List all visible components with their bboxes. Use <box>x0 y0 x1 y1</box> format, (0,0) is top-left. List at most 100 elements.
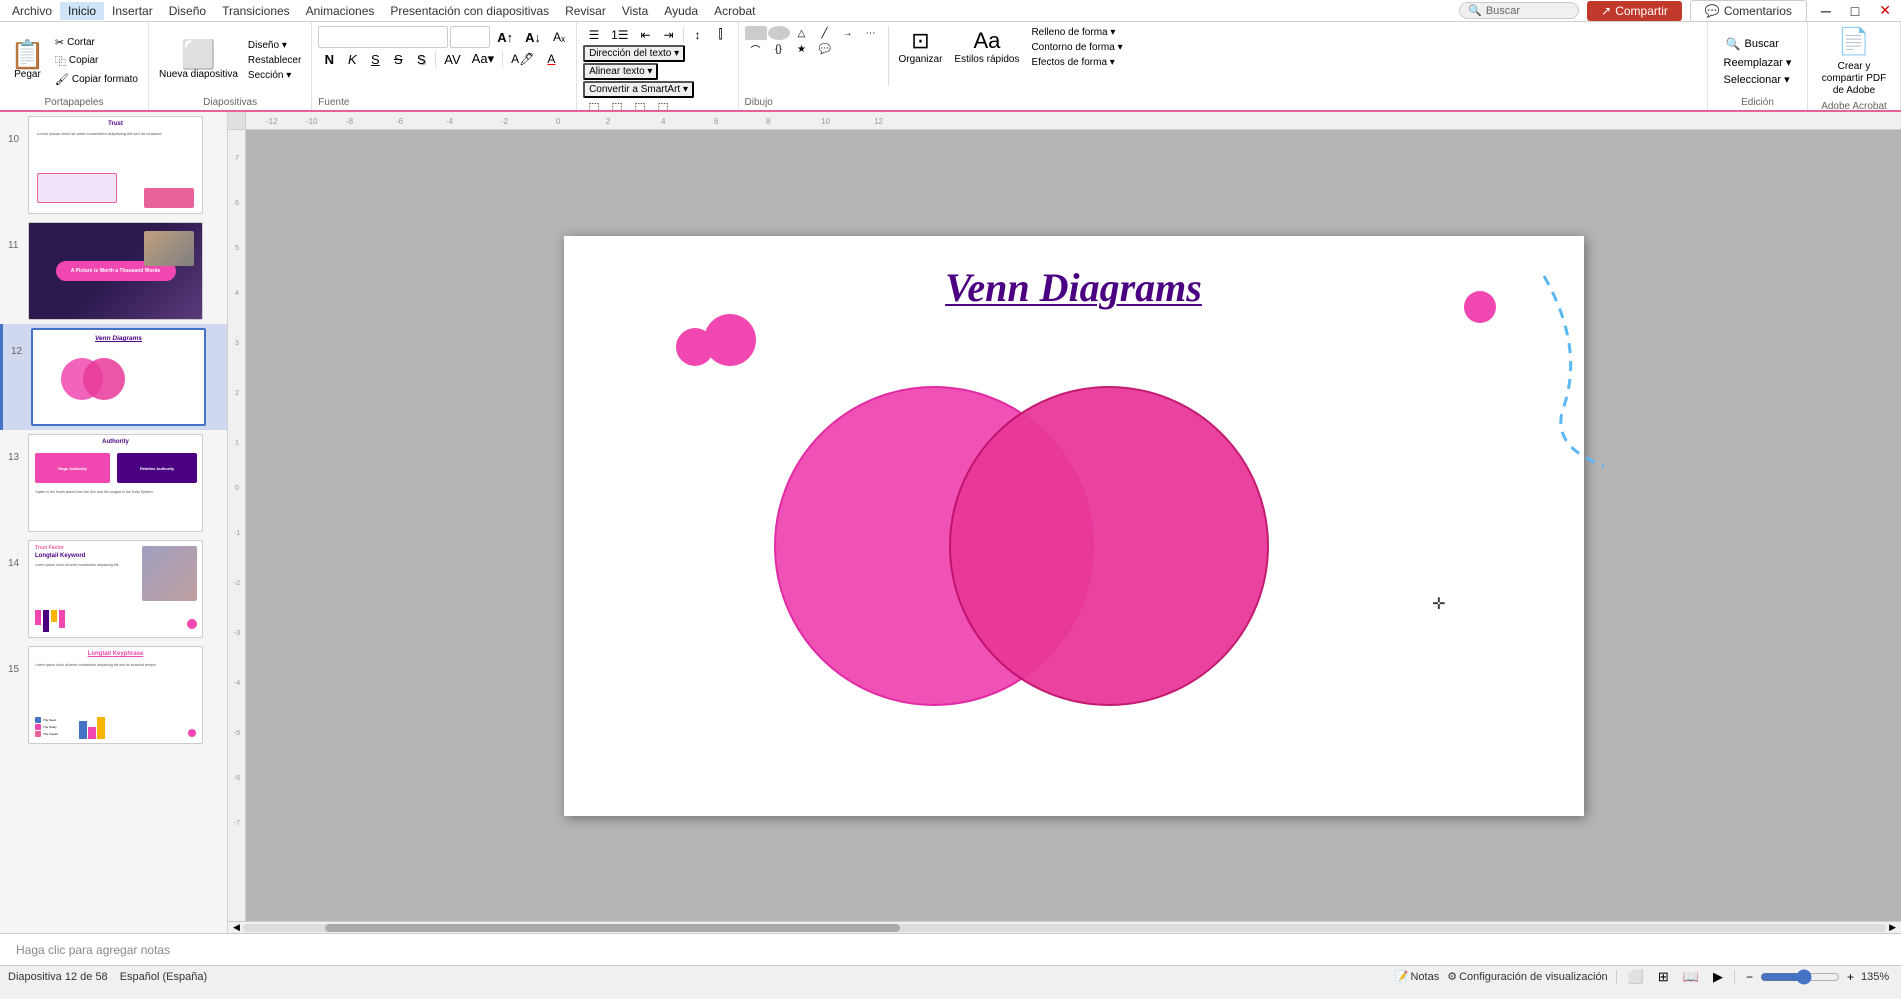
shape-curve[interactable]: ⌒ <box>745 41 767 58</box>
char-spacing-button[interactable]: AV <box>439 51 465 68</box>
slide-number-13: 13 <box>8 452 24 463</box>
slide-sorter-button[interactable]: ⊞ <box>1655 969 1672 985</box>
align-right-button[interactable]: ⬚ <box>629 99 651 112</box>
paste-button[interactable]: 📋 Pegar <box>6 39 49 82</box>
h-scrollbar[interactable]: ◀ ▶ <box>228 921 1901 933</box>
font-color-button[interactable]: A <box>540 51 562 67</box>
svg-text:-10: -10 <box>306 117 318 126</box>
copy-button[interactable]: ⿻ Copiar <box>51 52 142 70</box>
convert-smartart-button[interactable]: Convertir a SmartArt ▾ <box>583 81 694 98</box>
slide-thumbnail-14[interactable]: 14 Trust Factor Longtail Keyword Lorem i… <box>0 536 227 642</box>
minimize-button[interactable]: ─ <box>1815 3 1837 19</box>
font-clear-button[interactable]: Aₓ <box>548 29 570 45</box>
align-center-button[interactable]: ⬚ <box>606 99 628 112</box>
menu-vista[interactable]: Vista <box>614 2 656 20</box>
slide-title[interactable]: Venn Diagrams <box>945 264 1202 311</box>
menu-ayuda[interactable]: Ayuda <box>656 2 706 20</box>
notes-area[interactable]: Haga clic para agregar notas <box>0 933 1901 965</box>
svg-text:1: 1 <box>235 440 239 447</box>
font-grow-button[interactable]: A↑ <box>492 29 518 46</box>
quick-styles-button[interactable]: Aa Estilos rápidos <box>950 26 1023 67</box>
shape-more[interactable]: ⋯ <box>860 26 882 40</box>
menu-transiciones[interactable]: Transiciones <box>214 2 298 20</box>
shadow-button[interactable]: S <box>410 51 432 68</box>
content-area: -12 -10 -8 -6 -4 -2 0 2 4 6 8 10 12 <box>228 112 1901 933</box>
underline-button[interactable]: S <box>364 51 386 68</box>
shape-rect[interactable] <box>745 26 767 40</box>
venn-circle-right[interactable] <box>949 386 1269 706</box>
create-pdf-button[interactable]: Crear y compartir PDF de Adobe <box>1814 59 1894 99</box>
select-button[interactable]: Seleccionar ▾ <box>1720 72 1796 87</box>
menu-inicio[interactable]: Inicio <box>60 2 104 20</box>
share-button[interactable]: ↗ Compartir <box>1587 1 1682 21</box>
menu-revisar[interactable]: Revisar <box>557 2 614 20</box>
scrollbar-thumb[interactable] <box>325 924 900 932</box>
new-slide-button[interactable]: ⬜ Nueva diapositiva <box>155 39 242 82</box>
fill-button[interactable]: Relleno de forma ▾ <box>1027 26 1126 39</box>
zoom-in-button[interactable]: + <box>1844 970 1857 984</box>
format-painter-button[interactable]: 🖌 Copiar formato <box>51 72 142 87</box>
menu-presentacion[interactable]: Presentación con diapositivas <box>382 2 557 20</box>
italic-button[interactable]: K <box>341 51 363 68</box>
align-left-button[interactable]: ⬚ <box>583 99 605 112</box>
slide-thumbnail-13[interactable]: 13 Authority Huge Authority Relative Aut… <box>0 430 227 536</box>
shape-star[interactable]: ★ <box>791 41 813 58</box>
zoom-slider[interactable] <box>1760 969 1840 985</box>
menu-diseno[interactable]: Diseño <box>161 2 214 20</box>
notes-toggle-button[interactable]: 📝 Notas <box>1395 970 1439 983</box>
shape-triangle[interactable]: △ <box>791 26 813 40</box>
fuente-label: Fuente <box>318 95 570 110</box>
slide-thumbnail-11[interactable]: 11 A Picture is Worth a Thousand Words <box>0 218 227 324</box>
shape-bracket[interactable]: {} <box>768 41 790 58</box>
replace-button[interactable]: Reemplazar ▾ <box>1720 55 1796 70</box>
slideshow-button[interactable]: ▶ <box>1710 969 1726 985</box>
section-button[interactable]: Sección ▾ <box>244 69 305 82</box>
design-dropdown-button[interactable]: Diseño ▾ <box>244 39 305 52</box>
text-case-button[interactable]: Aa▾ <box>467 50 499 68</box>
zoom-out-button[interactable]: − <box>1743 970 1756 984</box>
decrease-indent-button[interactable]: ⇤ <box>635 27 657 43</box>
scroll-left-btn[interactable]: ◀ <box>230 922 243 933</box>
bold-button[interactable]: N <box>318 51 340 68</box>
shape-arrow[interactable]: → <box>837 26 859 40</box>
font-shrink-button[interactable]: A↓ <box>520 29 546 46</box>
slide-thumbnail-12[interactable]: 12 Venn Diagrams <box>0 324 227 430</box>
effects-button[interactable]: Efectos de forma ▾ <box>1027 56 1126 69</box>
slide-thumbnail-10[interactable]: 10 Trust Lorem ipsum dolor sit amet cons… <box>0 112 227 218</box>
scrollbar-track[interactable] <box>243 924 1886 932</box>
menu-insertar[interactable]: Insertar <box>104 2 161 20</box>
font-size-input[interactable]: 14 <box>450 26 490 48</box>
justify-button[interactable]: ⬚ <box>652 99 674 112</box>
shape-line[interactable]: ╱ <box>814 26 836 40</box>
menu-animaciones[interactable]: Animaciones <box>298 2 383 20</box>
bullets-button[interactable]: ☰ <box>583 27 605 43</box>
numbering-button[interactable]: 1☰ <box>606 27 633 43</box>
slide-thumbnail-15[interactable]: 15 Longtail Keyphrase Lorem ipsum dolor … <box>0 642 227 748</box>
slide-main[interactable]: Venn Diagrams ✛ <box>564 236 1584 816</box>
increase-indent-button[interactable]: ⇥ <box>658 27 680 43</box>
find-button[interactable]: 🔍 Buscar <box>1720 35 1796 53</box>
reading-view-button[interactable]: 📖 <box>1680 969 1702 985</box>
text-highlight-button[interactable]: A🖊 <box>506 51 539 67</box>
line-spacing-button[interactable]: ↕ <box>687 27 709 43</box>
strikethrough-button[interactable]: S <box>387 51 409 68</box>
shape-round[interactable] <box>768 26 790 40</box>
menu-archivo[interactable]: Archivo <box>4 2 60 20</box>
organizar-button[interactable]: ⊡ Organizar <box>895 26 947 67</box>
close-button[interactable]: ✕ <box>1873 2 1897 19</box>
maximize-button[interactable]: □ <box>1845 3 1865 19</box>
cut-button[interactable]: ✂ Cortar <box>51 35 142 50</box>
menu-acrobat[interactable]: Acrobat <box>706 2 763 20</box>
search-box[interactable]: 🔍 Buscar <box>1459 2 1579 19</box>
text-direction-button[interactable]: Dirección del texto ▾ <box>583 45 685 62</box>
view-config-button[interactable]: ⚙ Configuración de visualización <box>1447 970 1607 983</box>
shape-callout[interactable]: 💬 <box>814 41 836 58</box>
reset-button[interactable]: Restablecer <box>244 54 305 67</box>
scroll-right-btn[interactable]: ▶ <box>1886 922 1899 933</box>
normal-view-button[interactable]: ⬜ <box>1625 969 1647 985</box>
font-name-input[interactable] <box>318 26 448 48</box>
columns-button[interactable]: ⫿ <box>710 26 732 43</box>
outline-button[interactable]: Contorno de forma ▾ <box>1027 41 1126 54</box>
align-text-button[interactable]: Alinear texto ▾ <box>583 63 658 80</box>
comments-button[interactable]: 💬 Comentarios <box>1690 0 1807 22</box>
